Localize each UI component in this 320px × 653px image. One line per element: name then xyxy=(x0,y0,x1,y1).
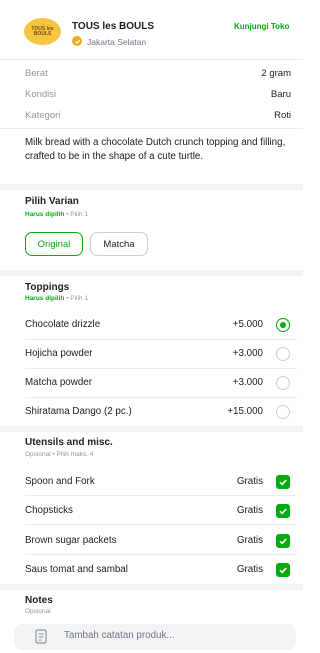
checkmark-icon xyxy=(279,479,287,486)
checkmark-icon xyxy=(279,538,287,545)
topping-price: +15.000 xyxy=(227,406,263,417)
variant-requirement: Harus dipilih • Pilih 1 xyxy=(25,211,88,218)
utensil-label: Chopsticks xyxy=(25,505,73,516)
note-icon xyxy=(35,629,47,644)
divider xyxy=(0,128,303,129)
product-description: Milk bread with a chocolate Dutch crunch… xyxy=(25,137,286,162)
section-divider xyxy=(0,584,303,590)
store-name[interactable]: TOUS les BOULS xyxy=(72,21,154,32)
attr-label-category: Kategori xyxy=(25,110,61,121)
store-logo: TOUS les BOULS xyxy=(24,18,61,45)
official-badge-icon xyxy=(72,36,82,46)
attr-label-weight: Berat xyxy=(25,68,48,79)
checkmark-icon xyxy=(279,567,287,574)
toppings-required-label: Harus dipilih xyxy=(25,295,65,302)
utensil-price: Gratis xyxy=(236,535,263,546)
toppings-hint: Pilih 1 xyxy=(70,295,88,302)
store-location: Jakarta Selatan xyxy=(87,37,147,47)
utensil-checkbox-brown-sugar-packets[interactable] xyxy=(276,534,290,548)
utensil-price: Gratis xyxy=(236,476,263,487)
utensil-checkbox-chopsticks[interactable] xyxy=(276,504,290,518)
topping-price: +5.000 xyxy=(232,319,263,330)
utensil-label: Saus tomat and sambal xyxy=(25,564,128,575)
utensil-label: Brown sugar packets xyxy=(25,535,117,546)
store-logo-text: TOUS les BOULS xyxy=(31,25,54,37)
topping-price: +3.000 xyxy=(232,377,263,388)
topping-radio-matcha-powder[interactable] xyxy=(276,376,290,390)
utensil-label: Spoon and Fork xyxy=(25,476,95,487)
checkmark-icon xyxy=(279,508,287,515)
utensil-checkbox-saus-tomat-and-sambal[interactable] xyxy=(276,563,290,577)
section-divider xyxy=(0,270,303,276)
topping-radio-hojicha-powder[interactable] xyxy=(276,347,290,361)
utensils-section-title: Utensils and misc. xyxy=(25,437,113,448)
visit-store-button[interactable]: Kunjungi Toko xyxy=(234,22,289,31)
topping-label: Chocolate drizzle xyxy=(25,319,101,330)
divider xyxy=(25,397,297,398)
divider xyxy=(25,339,297,340)
utensils-optional-label: Opsional xyxy=(25,451,51,458)
toppings-section-title: Toppings xyxy=(25,282,70,293)
notes-optional-label: Opsional xyxy=(25,608,51,615)
divider xyxy=(25,524,297,525)
notes-section-title: Notes xyxy=(25,595,53,606)
topping-price: +3.000 xyxy=(232,348,263,359)
topping-radio-chocolate-drizzle[interactable] xyxy=(276,318,290,332)
attr-value-condition: Baru xyxy=(270,89,291,100)
variant-required-label: Harus dipilih xyxy=(25,211,65,218)
section-divider xyxy=(0,426,303,432)
divider xyxy=(0,59,303,60)
divider xyxy=(25,495,297,496)
topping-radio-shiratama-dango[interactable] xyxy=(276,405,290,419)
attr-value-weight: 2 gram xyxy=(261,68,291,79)
variant-chip-matcha[interactable]: Matcha xyxy=(90,232,148,256)
utensil-price: Gratis xyxy=(236,564,263,575)
attr-label-condition: Kondisi xyxy=(25,89,57,100)
topping-label: Hojicha powder xyxy=(25,348,93,359)
notes-placeholder: Tambah catatan produk... xyxy=(64,630,175,641)
topping-label: Shiratama Dango (2 pc.) xyxy=(25,406,132,417)
variant-hint: Pilih 1 xyxy=(70,211,88,218)
variant-chip-original[interactable]: Original xyxy=(25,232,83,256)
toppings-requirement: Harus dipilih • Pilih 1 xyxy=(25,295,88,302)
topping-label: Matcha powder xyxy=(25,377,92,388)
utensil-price: Gratis xyxy=(236,505,263,516)
divider xyxy=(25,368,297,369)
section-divider xyxy=(0,184,303,190)
utensils-hint: Pilih maks. 4 xyxy=(56,451,94,458)
attr-value-category: Roti xyxy=(274,110,291,121)
utensils-requirement: Opsional • Pilih maks. 4 xyxy=(25,451,93,458)
variant-section-title: Pilih Varian xyxy=(25,196,79,207)
utensil-checkbox-spoon-and-fork[interactable] xyxy=(276,475,290,489)
divider xyxy=(25,554,297,555)
